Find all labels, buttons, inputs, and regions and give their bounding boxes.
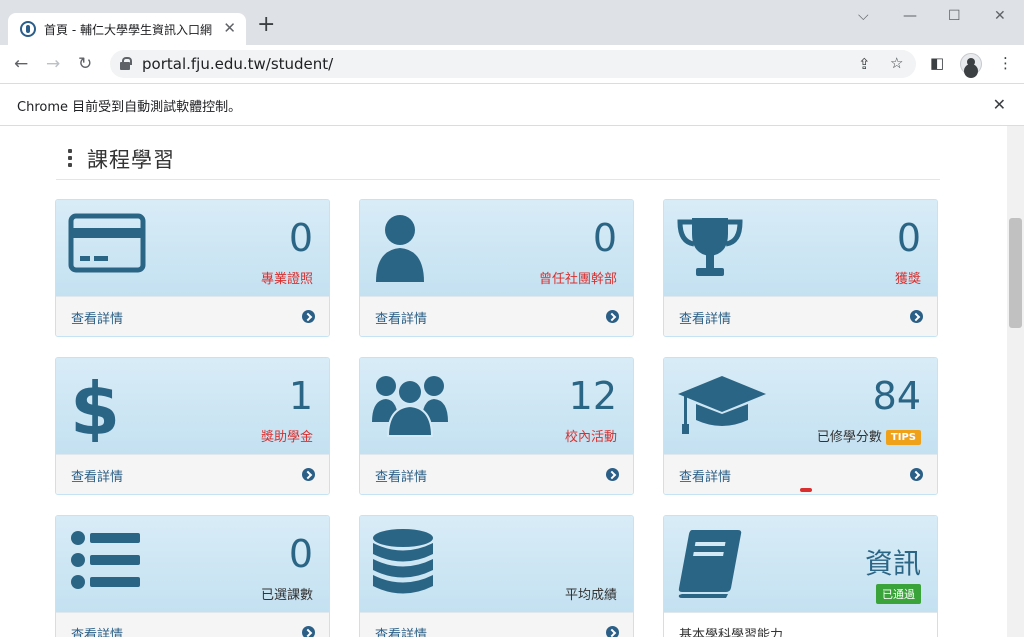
tips-badge[interactable]: TIPS (885, 430, 921, 445)
card-label: 獲獎 (894, 272, 921, 287)
card-label-row: 已修學分數 TIPS (817, 426, 921, 445)
tab-close-icon[interactable]: ✕ (223, 19, 236, 37)
users-icon (372, 376, 448, 437)
view-details-link[interactable]: 查看詳情 (71, 466, 123, 485)
section-header: 課程學習 (56, 140, 940, 180)
trophy-icon (677, 218, 743, 276)
dollar-icon: $ (70, 370, 120, 442)
back-icon[interactable]: ← (14, 54, 28, 74)
card-certificates[interactable]: 0 專業證照 查看詳情 (55, 199, 330, 337)
card-badge-row: 已通過 (872, 584, 921, 604)
vertical-dots-icon (68, 149, 72, 167)
arrow-circle-right-icon[interactable] (910, 468, 923, 481)
minimize-icon[interactable]: — (903, 8, 917, 24)
fju-favicon-icon (20, 21, 36, 37)
card-count: 資訊 (864, 547, 921, 580)
svg-text:$: $ (70, 370, 120, 442)
database-icon (373, 529, 433, 594)
card-club-officer[interactable]: 0 曾任社團幹部 查看詳情 (359, 199, 634, 337)
card-count: 12 (568, 374, 617, 418)
view-details-link[interactable]: 查看詳情 (375, 308, 427, 327)
arrow-circle-right-icon[interactable] (302, 468, 315, 481)
infobar-text: Chrome 目前受到自動測試軟體控制。 (17, 100, 242, 115)
url-text[interactable]: portal.fju.edu.tw/student/ (142, 55, 333, 73)
card-awards[interactable]: 0 獲獎 查看詳情 (663, 199, 938, 337)
infobar-close-icon[interactable]: ✕ (993, 95, 1006, 114)
card-count: 0 (288, 532, 313, 576)
view-details-link[interactable]: 查看詳情 (71, 624, 123, 637)
list-icon (71, 531, 140, 589)
window-close-icon[interactable]: ✕ (994, 8, 1006, 24)
view-details-link[interactable]: 查看詳情 (375, 624, 427, 637)
new-tab-icon[interactable]: + (257, 14, 275, 36)
view-details-link[interactable]: 查看詳情 (71, 308, 123, 327)
card-label: 曾任社團幹部 (538, 272, 617, 287)
red-indicator (800, 488, 812, 492)
tab-search-chevron-icon[interactable]: ⌵ (858, 8, 869, 24)
card-label: 已選課數 (260, 588, 313, 603)
arrow-circle-right-icon[interactable] (302, 310, 315, 323)
tab-strip: 首頁 - 輔仁大學學生資訊入口網 ✕ + ⌵ — ☐ ✕ (0, 0, 1024, 45)
view-details-link[interactable]: 查看詳情 (679, 308, 731, 327)
user-icon (376, 215, 424, 282)
view-details-link[interactable]: 查看詳情 (375, 466, 427, 485)
card-label: 平均成績 (564, 588, 617, 603)
card-count: 84 (872, 374, 921, 418)
forward-icon[interactable]: → (46, 54, 60, 74)
card-label: 校內活動 (564, 430, 617, 445)
passed-badge: 已通過 (876, 584, 921, 604)
reload-icon[interactable]: ↻ (78, 54, 92, 74)
section-title: 課程學習 (87, 148, 175, 172)
card-scholarship[interactable]: $ 1 獎助學金 查看詳情 (55, 357, 330, 495)
tab-title: 首頁 - 輔仁大學學生資訊入口網 (44, 23, 212, 37)
card-count: 1 (288, 374, 313, 418)
page-viewport: 課程學習 0 專業證照 查看詳情 0 曾任社團幹部 查看詳情 0 獲獎 查看詳情… (0, 126, 1007, 637)
share-icon[interactable]: ⇪ (858, 55, 871, 73)
card-count: 0 (896, 216, 921, 260)
card-basic-competency[interactable]: 資訊 已通過 基本學科學習能力 (663, 515, 938, 637)
bookmark-star-icon[interactable]: ☆ (890, 54, 903, 72)
maximize-icon[interactable]: ☐ (948, 8, 961, 24)
book-icon (678, 530, 742, 598)
arrow-circle-right-icon[interactable] (302, 626, 315, 637)
automation-infobar: Chrome 目前受到自動測試軟體控制。 ✕ (0, 83, 1024, 126)
address-bar[interactable]: portal.fju.edu.tw/student/ ⇪ ☆ (110, 50, 916, 78)
competency-label: 基本學科學習能力 (679, 628, 784, 637)
graduation-cap-icon (678, 376, 766, 434)
arrow-circle-right-icon[interactable] (910, 310, 923, 323)
scroll-thumb[interactable] (1009, 218, 1022, 328)
chrome-menu-icon[interactable]: ⋮ (998, 54, 1013, 72)
lock-icon (120, 57, 132, 70)
arrow-circle-right-icon[interactable] (606, 310, 619, 323)
side-panel-icon[interactable]: ◧ (930, 54, 944, 72)
card-campus-activities[interactable]: 12 校內活動 查看詳情 (359, 357, 634, 495)
card-label: 專業證照 (260, 272, 313, 287)
arrow-circle-right-icon[interactable] (606, 468, 619, 481)
card-count: 0 (592, 216, 617, 260)
card-label: 已修學分數 (816, 430, 882, 445)
card-average-grade[interactable]: 平均成績 查看詳情 (359, 515, 634, 637)
card-label: 獎助學金 (260, 430, 313, 445)
arrow-circle-right-icon[interactable] (606, 626, 619, 637)
credit-card-icon (68, 213, 146, 273)
view-details-link[interactable]: 查看詳情 (679, 466, 731, 485)
profile-avatar-icon[interactable] (960, 53, 982, 75)
browser-tab[interactable]: 首頁 - 輔仁大學學生資訊入口網 ✕ (8, 13, 246, 45)
card-count: 0 (288, 216, 313, 260)
page-scrollbar[interactable] (1007, 126, 1024, 637)
card-credits-earned[interactable]: 84 已修學分數 TIPS 查看詳情 (663, 357, 938, 495)
card-courses-selected[interactable]: 0 已選課數 查看詳情 (55, 515, 330, 637)
address-toolbar: ← → ↻ portal.fju.edu.tw/student/ ⇪ ☆ ◧ ⋮ (0, 45, 1024, 83)
